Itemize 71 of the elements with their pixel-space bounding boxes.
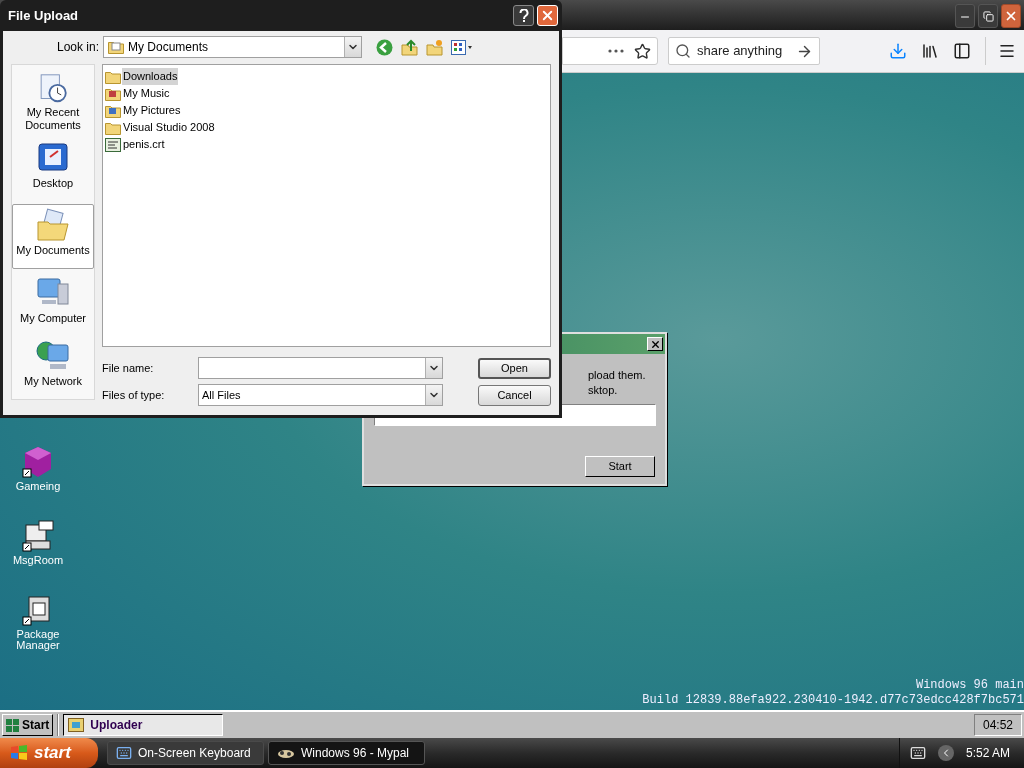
dropdown-button[interactable] (425, 385, 442, 405)
start-button[interactable]: Start (585, 456, 655, 477)
message-computer-shortcut-icon (21, 519, 55, 553)
file-item[interactable]: My Pictures (122, 102, 182, 119)
look-in-dropdown[interactable]: My Documents (103, 36, 362, 58)
places-item[interactable]: My Computer (12, 271, 94, 336)
places-item[interactable]: My Documents (12, 203, 94, 269)
cancel-button[interactable]: Cancel (478, 384, 551, 406)
clock: 04:52 (974, 714, 1022, 736)
desktop-shortcut[interactable]: MsgRoom (8, 519, 68, 566)
folder-icon (105, 120, 121, 135)
build-text: Build 12839.88efa922.230410-1942.d77c73edcc428f7bc571 (642, 693, 1024, 708)
sidebar-icon[interactable] (953, 42, 971, 60)
pictures-folder-icon (105, 103, 121, 118)
file-item[interactable]: penis.crt (122, 136, 166, 153)
close-icon (540, 8, 555, 23)
start-button[interactable]: Start (2, 714, 54, 736)
taskbar-button[interactable]: Uploader (63, 714, 224, 736)
star-icon (634, 42, 651, 60)
open-folder-icon (36, 207, 70, 242)
close-icon (1004, 9, 1018, 23)
show-hidden-icons-button[interactable] (937, 745, 954, 761)
folder-icon (105, 69, 121, 84)
view-menu-icon[interactable] (451, 39, 473, 55)
file-item[interactable]: Visual Studio 2008 (122, 119, 216, 136)
window-icon (68, 718, 85, 732)
search-field[interactable]: share anything (668, 37, 820, 65)
more-icon (608, 49, 624, 53)
desktop-shortcut[interactable]: Package Manager (8, 593, 68, 651)
window-title: File Upload (8, 6, 80, 25)
download-icon[interactable] (889, 42, 907, 60)
search-icon (675, 43, 691, 59)
back-icon[interactable] (376, 38, 393, 56)
places-item[interactable]: Desktop (12, 137, 94, 201)
look-in-label: Look in: (55, 39, 100, 56)
open-button[interactable]: Open (478, 357, 551, 379)
file-item[interactable]: My Music (122, 85, 171, 102)
instruction-text: sktop. (588, 383, 619, 398)
dropdown-button[interactable] (344, 37, 361, 57)
music-folder-icon (105, 86, 121, 101)
certificate-file-icon (105, 137, 121, 152)
keyboard-icon (116, 745, 132, 761)
file-name-field[interactable] (198, 357, 443, 379)
close-button[interactable] (1001, 4, 1021, 28)
folder-icon (108, 40, 124, 54)
instruction-text: pload them. (588, 368, 647, 383)
minimize-button[interactable] (955, 4, 975, 28)
start-button[interactable]: start (0, 738, 98, 768)
taskbar-button[interactable]: Windows 96 - Mypal (268, 741, 425, 765)
close-icon (649, 338, 661, 350)
file-item[interactable]: Downloads (122, 68, 179, 85)
restore-button[interactable] (978, 4, 998, 28)
windows-flag-icon (10, 744, 28, 762)
keyboard-icon[interactable] (909, 745, 926, 761)
restore-icon (982, 10, 994, 22)
places-item[interactable]: My Network (12, 335, 94, 399)
taskbar-button[interactable]: On-Screen Keyboard (107, 741, 264, 765)
help-icon (518, 8, 529, 23)
files-of-type-label: Files of type: (102, 387, 166, 403)
desktop-shortcut[interactable]: Gameing (8, 445, 68, 492)
dropdown-button[interactable] (425, 358, 442, 378)
windows-logo-icon (6, 718, 20, 732)
library-icon[interactable] (921, 42, 939, 60)
build-text: Windows 96 main (915, 678, 1024, 693)
clock: 5:52 AM (965, 745, 1010, 762)
file-type-dropdown[interactable]: All Files (198, 384, 443, 406)
places-item[interactable]: My Recent Documents (12, 69, 94, 137)
file-name-label: File name: (102, 360, 155, 376)
menu-icon[interactable] (998, 42, 1016, 60)
help-button[interactable] (513, 5, 534, 26)
up-folder-icon[interactable] (401, 38, 418, 56)
